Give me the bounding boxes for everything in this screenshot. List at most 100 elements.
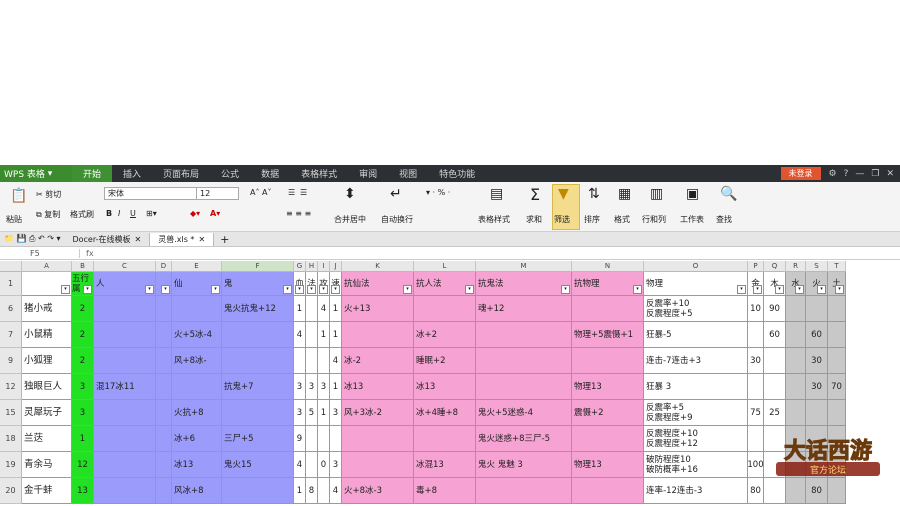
table-cell[interactable]: [306, 322, 318, 348]
rowcol-button[interactable]: 行和列: [642, 214, 666, 225]
filter-dropdown-icon[interactable]: ▾: [753, 285, 762, 294]
table-style-button[interactable]: 表格样式: [478, 214, 510, 225]
row-header[interactable]: 15: [0, 400, 22, 426]
column-header[interactable]: C: [94, 261, 156, 272]
table-cell[interactable]: 1: [318, 400, 330, 426]
table-cell[interactable]: 1: [330, 322, 342, 348]
menu-item[interactable]: 审阅: [348, 165, 388, 182]
row-header[interactable]: 19: [0, 452, 22, 478]
table-cell[interactable]: 毒+8: [414, 478, 476, 504]
header-cell[interactable]: 土 ▾: [828, 272, 846, 296]
table-cell[interactable]: [748, 426, 764, 452]
table-cell[interactable]: [330, 426, 342, 452]
row-header[interactable]: 1: [0, 272, 22, 296]
table-cell[interactable]: [748, 374, 764, 400]
table-cell[interactable]: 风+3冰-2: [342, 400, 414, 426]
filter-dropdown-icon[interactable]: ▾: [83, 285, 92, 294]
menu-item[interactable]: 表格样式: [290, 165, 348, 182]
table-cell[interactable]: 冰+4睡+8: [414, 400, 476, 426]
table-cell[interactable]: 9: [294, 426, 306, 452]
table-cell[interactable]: 0: [318, 452, 330, 478]
table-cell[interactable]: [342, 426, 414, 452]
filter-dropdown-icon[interactable]: ▾: [61, 285, 70, 294]
table-cell[interactable]: 5: [306, 400, 318, 426]
table-cell[interactable]: 4: [330, 478, 342, 504]
menu-item[interactable]: 数据: [250, 165, 290, 182]
table-cell[interactable]: [94, 400, 156, 426]
table-cell[interactable]: 冰13: [172, 452, 222, 478]
menu-item[interactable]: 开始: [72, 165, 113, 182]
table-cell[interactable]: 混17冰11: [94, 374, 156, 400]
table-cell[interactable]: [222, 322, 294, 348]
table-cell[interactable]: 反震程度+10 反震程度+12: [644, 426, 748, 452]
column-header[interactable]: D: [156, 261, 172, 272]
table-cell[interactable]: [828, 296, 846, 322]
format-icon[interactable]: ▦: [618, 186, 631, 202]
table-cell[interactable]: 狂暴-5: [644, 322, 748, 348]
column-header[interactable]: Q: [764, 261, 786, 272]
name-box[interactable]: F5: [0, 248, 80, 258]
table-cell[interactable]: [222, 348, 294, 374]
filter-dropdown-icon[interactable]: ▾: [211, 285, 220, 294]
header-cell[interactable]: 物理 ▾: [644, 272, 748, 296]
filter-dropdown-icon[interactable]: ▾: [403, 285, 412, 294]
table-cell[interactable]: [786, 348, 806, 374]
table-cell[interactable]: 13: [72, 478, 94, 504]
table-cell[interactable]: [806, 400, 828, 426]
table-cell[interactable]: [786, 322, 806, 348]
table-cell[interactable]: [828, 348, 846, 374]
table-cell[interactable]: [306, 452, 318, 478]
font-size-select[interactable]: 12: [196, 187, 239, 200]
table-cell[interactable]: 连率-12连击-3: [644, 478, 748, 504]
table-cell[interactable]: 火+8冰-3: [342, 478, 414, 504]
table-cell[interactable]: 1: [330, 296, 342, 322]
column-header[interactable]: K: [342, 261, 414, 272]
wrap-text-button[interactable]: 自动换行: [381, 214, 413, 225]
row-header[interactable]: 12: [0, 374, 22, 400]
column-header[interactable]: N: [572, 261, 644, 272]
table-cell[interactable]: 反震率+10 反震程度+5: [644, 296, 748, 322]
sort-icon[interactable]: ⇅: [588, 186, 600, 202]
table-cell[interactable]: 90: [764, 296, 786, 322]
paste-button[interactable]: 粘贴: [6, 214, 22, 225]
table-cell[interactable]: [476, 478, 572, 504]
table-cell[interactable]: 反震率+5 反震程度+9: [644, 400, 748, 426]
header-cell[interactable]: 木 ▾: [764, 272, 786, 296]
table-cell[interactable]: 4: [294, 322, 306, 348]
column-header[interactable]: O: [644, 261, 748, 272]
filter-dropdown-icon[interactable]: ▾: [145, 285, 154, 294]
table-cell[interactable]: [306, 426, 318, 452]
bold-button[interactable]: B: [106, 209, 112, 218]
table-cell[interactable]: 1: [318, 322, 330, 348]
app-logo[interactable]: WPS 表格 ▾: [0, 165, 72, 182]
row-header[interactable]: 18: [0, 426, 22, 452]
header-cell[interactable]: 抗仙法 ▾: [342, 272, 414, 296]
table-cell[interactable]: [786, 296, 806, 322]
table-cell[interactable]: 100: [748, 452, 764, 478]
header-cell[interactable]: ▾: [156, 272, 172, 296]
table-cell[interactable]: [156, 478, 172, 504]
column-header[interactable]: E: [172, 261, 222, 272]
table-cell[interactable]: [172, 296, 222, 322]
font-name-select[interactable]: 宋体: [104, 187, 197, 200]
table-cell[interactable]: 10: [748, 296, 764, 322]
table-cell[interactable]: 小鼠精: [22, 322, 72, 348]
table-cell[interactable]: [342, 322, 414, 348]
table-cell[interactable]: 物理13: [572, 452, 644, 478]
table-cell[interactable]: [414, 426, 476, 452]
table-cell[interactable]: [414, 296, 476, 322]
table-cell[interactable]: [748, 322, 764, 348]
table-cell[interactable]: [572, 478, 644, 504]
table-cell[interactable]: [294, 348, 306, 374]
row-header[interactable]: 9: [0, 348, 22, 374]
table-cell[interactable]: [572, 296, 644, 322]
menu-item[interactable]: 特色功能: [428, 165, 486, 182]
percent-button[interactable]: ▾ · % ·: [426, 188, 450, 197]
table-cell[interactable]: [318, 478, 330, 504]
table-cell[interactable]: [222, 478, 294, 504]
table-cell[interactable]: [476, 322, 572, 348]
row-header[interactable]: 7: [0, 322, 22, 348]
table-cell[interactable]: 风+8冰-: [172, 348, 222, 374]
row-header[interactable]: 20: [0, 478, 22, 504]
table-cell[interactable]: [156, 322, 172, 348]
